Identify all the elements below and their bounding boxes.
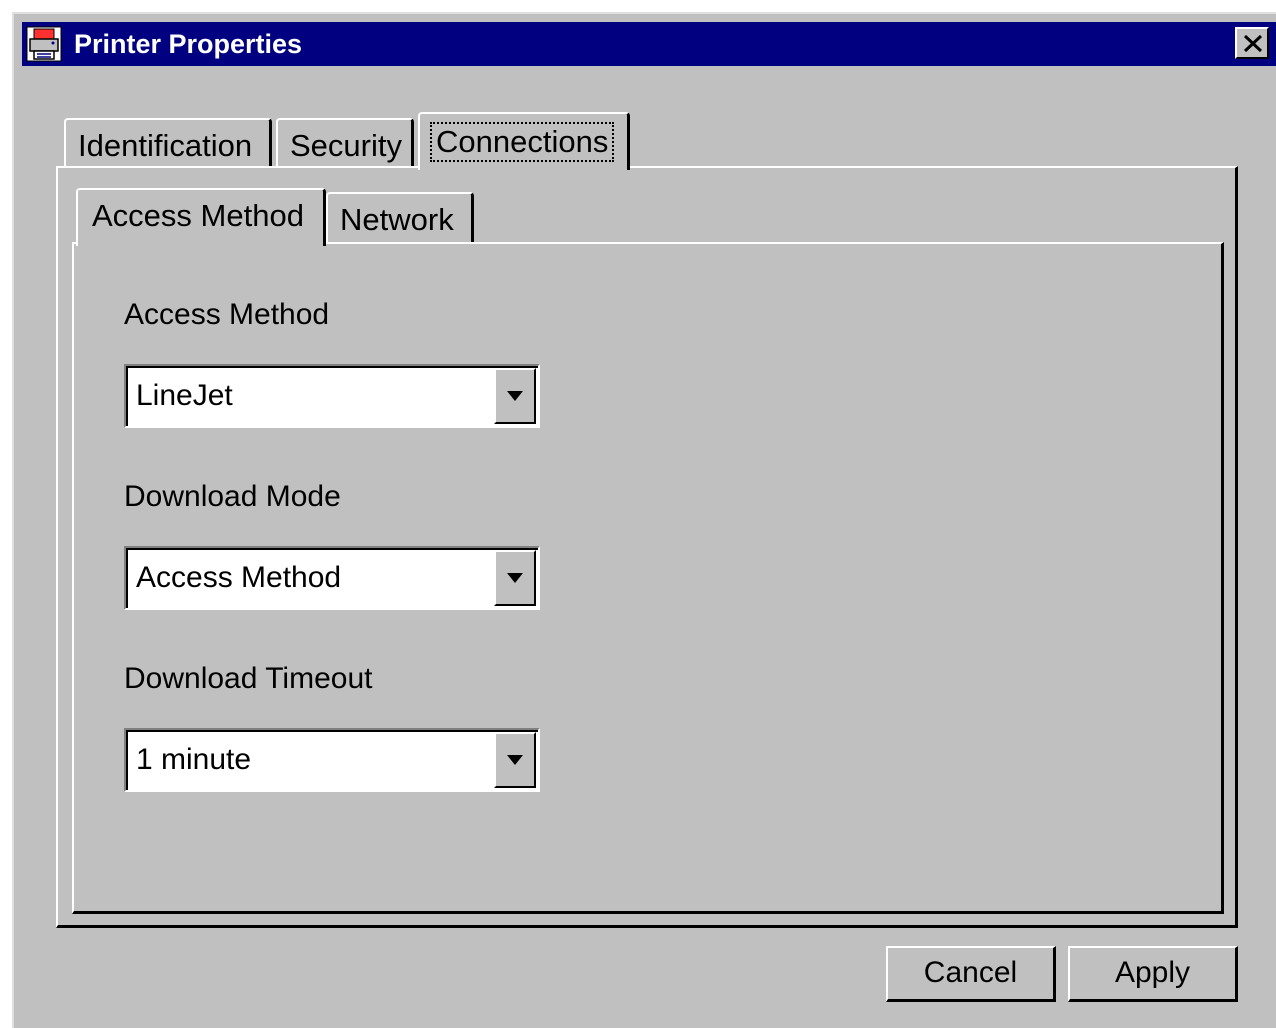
access-method-dropdown-button[interactable] [494, 368, 536, 424]
download-mode-dropdown-button[interactable] [494, 550, 536, 606]
printer-app-icon [26, 26, 62, 62]
access-method-label: Access Method [124, 298, 330, 331]
close-button[interactable] [1235, 27, 1269, 59]
download-mode-value: Access Method [136, 561, 342, 594]
download-timeout-dropdown-button[interactable] [494, 732, 536, 788]
subtab-network[interactable]: Network [326, 192, 474, 242]
apply-button[interactable]: Apply [1068, 946, 1238, 1002]
tab-identification[interactable]: Identification [64, 118, 272, 168]
download-mode-label: Download Mode [124, 480, 341, 513]
tab-security-label: Security [290, 128, 402, 163]
cancel-button[interactable]: Cancel [886, 946, 1056, 1002]
subtab-access-method-label: Access Method [92, 198, 304, 233]
download-mode-select[interactable]: Access Method [124, 546, 540, 610]
chevron-down-icon [507, 391, 523, 401]
chevron-down-icon [507, 755, 523, 765]
title-bar[interactable]: Printer Properties [22, 22, 1276, 66]
chevron-down-icon [507, 573, 523, 583]
download-timeout-select[interactable]: 1 minute [124, 728, 540, 792]
subtab-network-label: Network [340, 202, 454, 237]
tab-connections-label: Connections [430, 122, 615, 162]
tab-connections[interactable]: Connections [418, 112, 630, 170]
access-method-value: LineJet [136, 379, 233, 412]
close-x-icon [1243, 34, 1263, 53]
tab-identification-label: Identification [78, 128, 253, 163]
tab-security[interactable]: Security [276, 118, 414, 168]
access-method-select[interactable]: LineJet [124, 364, 540, 428]
download-timeout-value: 1 minute [136, 743, 252, 776]
window-title: Printer Properties [74, 29, 303, 59]
download-timeout-label: Download Timeout [124, 662, 373, 695]
subtab-access-method[interactable]: Access Method [76, 188, 326, 246]
